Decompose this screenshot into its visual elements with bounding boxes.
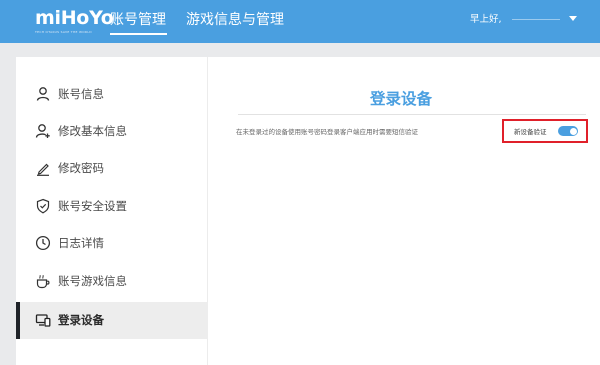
greeting-text: 早上好, bbox=[470, 14, 502, 25]
setting-description: 在未登录过的设备使用账号密码登录客户端应用时需要短信验证 bbox=[236, 128, 418, 136]
main-content-panel: 登录设备 在未登录过的设备使用账号密码登录客户端应用时需要短信验证 新设备验证 bbox=[208, 57, 600, 365]
sidebar-item-account-info[interactable]: 账号信息 bbox=[16, 76, 208, 113]
sidebar-item-label: 修改基本信息 bbox=[58, 124, 127, 138]
sidebar-item-label: 账号信息 bbox=[58, 87, 104, 101]
shield-icon bbox=[36, 198, 50, 214]
sidebar-item-log-details[interactable]: 日志详情 bbox=[16, 225, 208, 262]
sidebar-item-change-password[interactable]: 修改密码 bbox=[16, 150, 208, 187]
user-dropdown-caret-icon[interactable] bbox=[569, 16, 577, 21]
sidebar-item-label: 日志详情 bbox=[58, 236, 104, 250]
pencil-icon bbox=[37, 163, 49, 176]
person-add-icon bbox=[35, 124, 50, 138]
sidebar-item-game-info[interactable]: 账号游戏信息 bbox=[16, 263, 208, 300]
sidebar-item-edit-basic-info[interactable]: 修改基本信息 bbox=[16, 113, 208, 150]
logo-tagline: TECH OTAKUS SAVE THE WORLD bbox=[35, 30, 92, 34]
sidebar-item-label: 账号安全设置 bbox=[58, 199, 127, 213]
annotation-highlight-box bbox=[502, 119, 588, 143]
nav-active-underline bbox=[110, 33, 167, 35]
sidebar-item-label: 修改密码 bbox=[58, 161, 104, 175]
clock-icon bbox=[35, 235, 51, 251]
top-navigation-bar: miHoYo TECH OTAKUS SAVE THE WORLD 账号管理 游… bbox=[0, 0, 600, 43]
mihoyo-logo[interactable]: miHoYo TECH OTAKUS SAVE THE WORLD bbox=[35, 7, 114, 37]
username-redacted bbox=[512, 19, 560, 20]
page-title-text: 登录设备 bbox=[370, 90, 433, 108]
sidebar-item-label: 账号游戏信息 bbox=[58, 274, 127, 288]
nav-account-management[interactable]: 账号管理 bbox=[110, 11, 166, 29]
logo-text: miHoYo bbox=[35, 7, 114, 29]
sidebar-item-label: 登录设备 bbox=[58, 313, 104, 327]
title-divider bbox=[238, 114, 586, 115]
active-indicator bbox=[16, 302, 20, 339]
sidebar: 账号信息 修改基本信息 修改密码 账号安全设置 日志详情 账号游戏信息 登录设备 bbox=[16, 57, 208, 365]
coffee-cup-icon bbox=[36, 274, 50, 289]
nav-game-info-management[interactable]: 游戏信息与管理 bbox=[186, 11, 284, 29]
sidebar-item-security-settings[interactable]: 账号安全设置 bbox=[16, 188, 208, 225]
person-icon bbox=[36, 87, 50, 101]
devices-icon bbox=[35, 314, 51, 327]
sidebar-item-login-devices[interactable]: 登录设备 bbox=[16, 302, 208, 339]
